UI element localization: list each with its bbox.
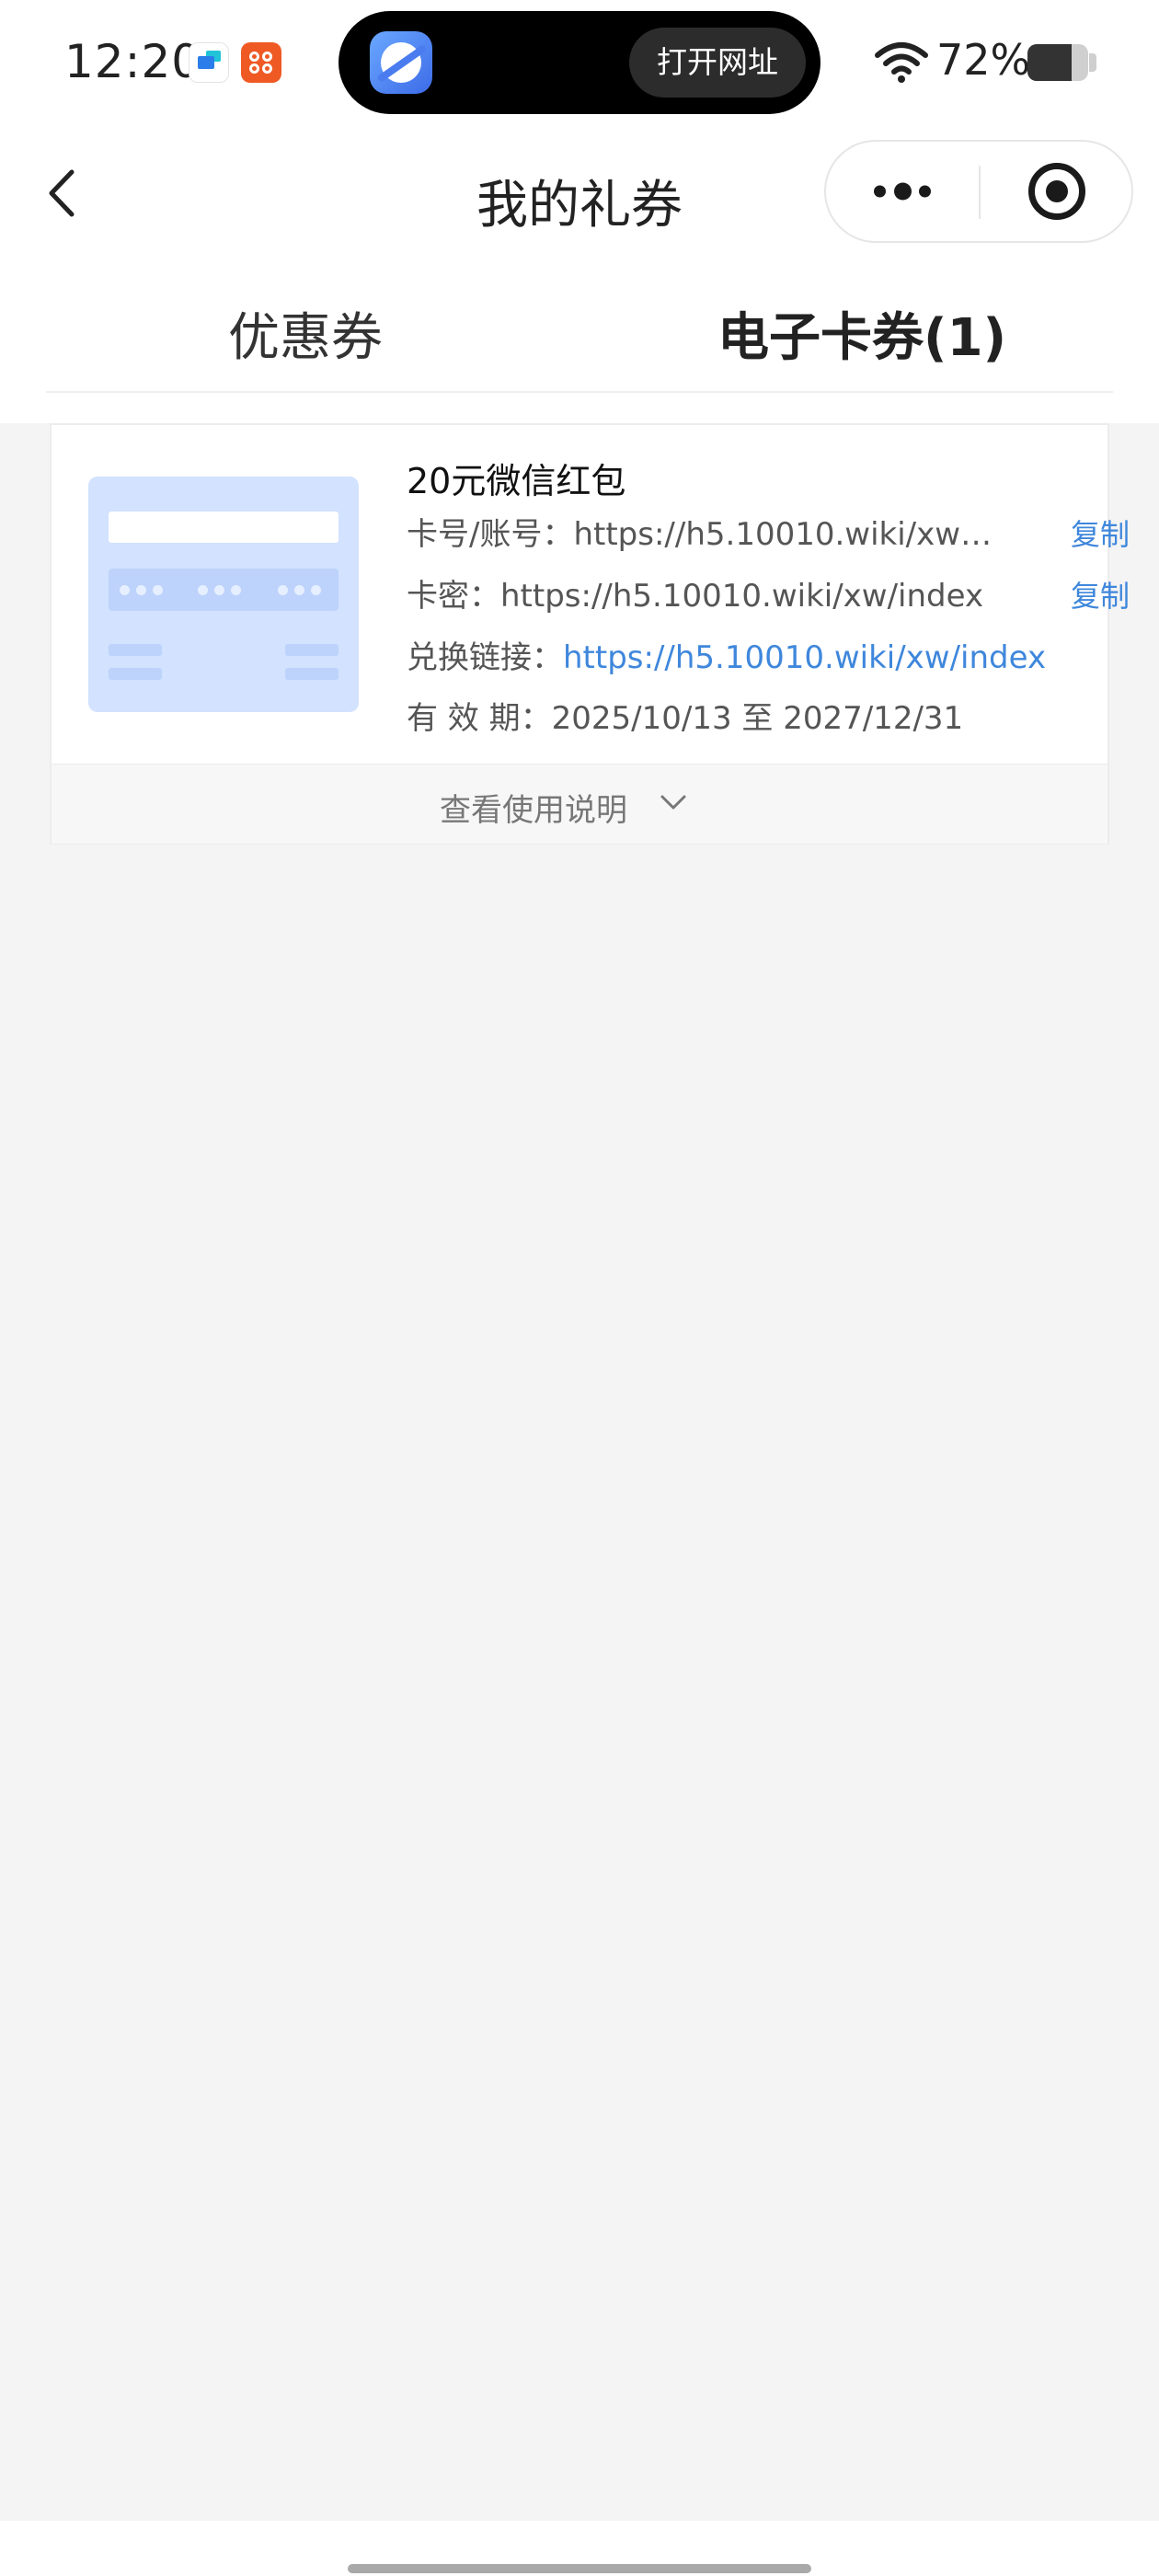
- browser-app-icon[interactable]: [370, 31, 432, 94]
- validity-value: 2025/10/13 至 2027/12/31: [551, 700, 964, 737]
- usage-label: 查看使用说明: [440, 792, 627, 829]
- card-title: 20元微信红包: [407, 461, 626, 501]
- card-password-label: 卡密：: [407, 578, 500, 615]
- more-dots-icon[interactable]: [826, 142, 979, 241]
- card-password-row: 卡密：https://h5.10010.wiki/xw/index: [407, 573, 983, 619]
- xiaohongshu-app-icon: [241, 42, 281, 83]
- copy-card-number-button[interactable]: 复制: [1071, 512, 1130, 558]
- open-url-button[interactable]: 打开网址: [629, 28, 806, 98]
- home-indicator[interactable]: [348, 2564, 811, 2573]
- redeem-link-row: 兑换链接：https://h5.10010.wiki/xw/index: [407, 635, 1046, 681]
- message-app-icon: [189, 42, 229, 83]
- tab-divider: [46, 391, 1113, 393]
- miniprogram-capsule: [824, 140, 1133, 243]
- miniprogram-close-icon[interactable]: [981, 142, 1133, 241]
- validity-row: 有 效 期：2025/10/13 至 2027/12/31: [407, 696, 963, 742]
- redeem-link-label: 兑换链接：: [407, 639, 563, 676]
- nav-bar: 我的礼券: [0, 129, 1159, 258]
- card-number-label: 卡号/账号：: [407, 516, 574, 553]
- card-number-row: 卡号/账号：https://h5.10010.wiki/xw/index: [407, 512, 998, 558]
- battery-cap: [1089, 53, 1096, 72]
- tab-coupons[interactable]: 优惠券: [228, 296, 383, 371]
- e-card-item: 20元微信红包 卡号/账号：https://h5.10010.wiki/xw/i…: [50, 423, 1130, 845]
- tab-e-cards[interactable]: 电子卡券(1): [717, 296, 1006, 371]
- card-number-value: https://h5.10010.wiki/xw/index: [573, 516, 999, 553]
- tab-bar: 优惠券 电子卡券(1): [0, 258, 1159, 423]
- validity-label: 有 效 期：: [407, 700, 552, 737]
- copy-card-password-button[interactable]: 复制: [1071, 573, 1130, 619]
- card-password-value: https://h5.10010.wiki/xw/index: [500, 578, 984, 615]
- battery-percent: 72%: [936, 35, 1031, 85]
- battery-icon: [1027, 44, 1088, 81]
- chevron-down-icon: [660, 795, 686, 810]
- dynamic-island[interactable]: 打开网址: [339, 11, 820, 114]
- redeem-link[interactable]: https://h5.10010.wiki/xw/index: [563, 635, 1046, 681]
- card-placeholder-icon: [88, 477, 359, 712]
- view-usage-instructions[interactable]: 查看使用说明: [52, 764, 1107, 844]
- status-bar: 12:20 打开网址 72%: [0, 0, 1159, 129]
- wifi-icon: [875, 42, 928, 83]
- status-time: 12:20: [64, 35, 202, 88]
